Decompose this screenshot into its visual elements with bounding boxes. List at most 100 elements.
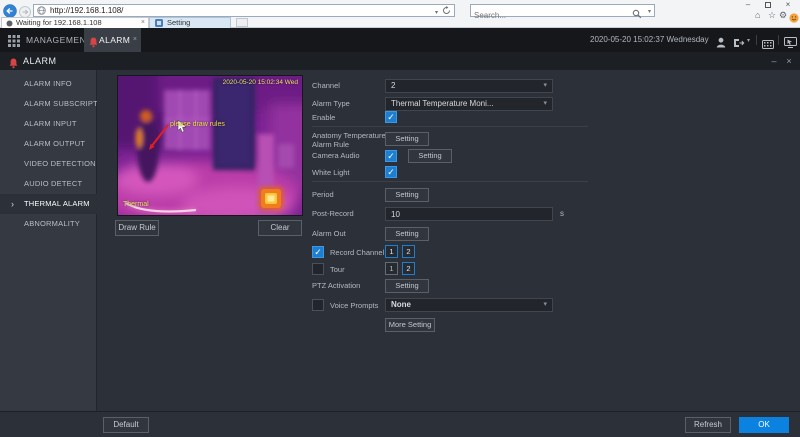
new-tab-button[interactable] [236, 18, 248, 27]
alarm-type-dropdown[interactable]: Thermal Temperature Moni... ▾ [385, 97, 553, 111]
search-icon[interactable] [632, 6, 642, 24]
address-bar[interactable]: http://192.168.1.108/ ▾ [33, 4, 455, 17]
anatomy-rule-label: Anatomy Temperature Alarm Rule [312, 131, 386, 149]
panel-title: ALARM [23, 56, 57, 66]
tour-2-button[interactable]: 2 [402, 262, 415, 275]
ptz-activation-label: PTZ Activation [312, 281, 361, 290]
channel-dropdown[interactable]: 2 ▾ [385, 79, 553, 93]
sidebar-item-abnormality[interactable]: ABNORMALITY [0, 214, 97, 234]
voice-prompts-dropdown[interactable]: None ▾ [385, 298, 553, 312]
alarm-out-label: Alarm Out [312, 229, 346, 238]
osd-stream-label: Thermal [123, 201, 149, 208]
draw-rule-button[interactable]: Draw Rule [115, 220, 159, 236]
record-channel-2-button[interactable]: 2 [402, 245, 415, 258]
refresh-icon[interactable] [442, 6, 451, 18]
tab-favicon [155, 19, 163, 28]
browser-chrome: – × http://192.168.1.108/ ▾ ▾ ⌂ [0, 0, 800, 28]
panel-header: ALARM – × [0, 52, 800, 70]
url-text: http://192.168.1.108/ [50, 6, 124, 15]
favorites-star-icon[interactable]: ☆ [768, 9, 776, 21]
divider [778, 35, 779, 45]
alarm-bell-icon [89, 35, 98, 53]
anatomy-rule-setting-button[interactable]: Setting [385, 132, 429, 146]
camera-audio-label: Camera Audio [312, 151, 360, 160]
white-light-checkbox[interactable]: ✓ [385, 166, 397, 178]
divider [756, 35, 757, 45]
channel-value: 2 [391, 81, 396, 90]
address-dropdown-icon[interactable]: ▾ [435, 8, 438, 19]
post-record-unit: s [560, 209, 564, 218]
chevron-down-icon: ▾ [543, 301, 547, 308]
tour-1-button[interactable]: 1 [385, 262, 398, 275]
enable-checkbox[interactable]: ✓ [385, 111, 397, 123]
sidebar-item-video-detection[interactable]: VIDEO DETECTION [0, 154, 97, 174]
ptz-setting-button[interactable]: Setting [385, 279, 429, 293]
hot-object [259, 187, 283, 210]
divider [312, 126, 588, 127]
refresh-button[interactable]: Refresh [685, 417, 731, 433]
clear-button[interactable]: Clear [258, 220, 302, 236]
tab-alarm[interactable]: ALARM × [84, 28, 141, 52]
period-label: Period [312, 190, 334, 199]
thermal-video-preview[interactable]: 2020-05-20 15:02:34 Wed please draw rule… [117, 75, 303, 216]
camera-audio-checkbox[interactable]: ✓ [385, 150, 397, 162]
osd-draw-hint: please draw rules [170, 121, 225, 128]
home-icon[interactable]: ⌂ [755, 9, 760, 21]
tools-gear-icon[interactable]: ⚙ [779, 9, 787, 21]
system-datetime: 2020-05-20 15:02:37 Wednesday [590, 35, 709, 44]
search-input[interactable] [471, 10, 621, 21]
tour-checkbox[interactable] [312, 263, 324, 275]
voice-prompts-value: None [391, 300, 411, 309]
sidebar-item-alarm-output[interactable]: ALARM OUTPUT [0, 134, 97, 154]
chevron-down-icon: ▾ [543, 100, 547, 107]
chevron-down-icon: ▾ [543, 82, 547, 89]
thermal-image [118, 76, 302, 215]
remote-monitor-icon[interactable] [784, 35, 797, 53]
sidebar-item-label: THERMAL ALARM [24, 199, 90, 208]
feedback-smiley-icon[interactable] [789, 10, 799, 28]
maximize-icon [765, 2, 771, 8]
osd-timestamp: 2020-05-20 15:02:34 Wed [222, 79, 298, 86]
user-icon[interactable] [716, 35, 726, 53]
tab-close-icon[interactable]: × [133, 28, 137, 52]
search-box: ▾ [470, 4, 655, 21]
sidebar-item-alarm-input[interactable]: ALARM INPUT [0, 114, 97, 134]
sidebar: ALARM INFO ALARM SUBSCRIPTI... ALARM INP… [0, 70, 97, 411]
browser-tab-setting[interactable]: Setting [149, 17, 231, 28]
alarm-out-setting-button[interactable]: Setting [385, 227, 429, 241]
alarm-type-label: Alarm Type [312, 99, 350, 108]
tab-title: Setting [167, 18, 191, 27]
browser-tab-waiting[interactable]: Waiting for 192.168.1.108 × [1, 17, 149, 28]
search-dropdown-icon[interactable]: ▾ [648, 8, 651, 15]
ok-button[interactable]: OK [739, 417, 789, 433]
panel-minimize-icon[interactable]: – [768, 52, 780, 70]
alarm-type-value: Thermal Temperature Moni... [391, 99, 494, 108]
tab-close-icon[interactable]: × [141, 18, 145, 28]
footer-bar: Default Refresh OK [0, 411, 800, 437]
main-content: 2020-05-20 15:02:34 Wed please draw rule… [97, 70, 800, 411]
period-setting-button[interactable]: Setting [385, 188, 429, 202]
sidebar-item-thermal-alarm[interactable]: › THERMAL ALARM [0, 194, 97, 214]
sidebar-item-alarm-subscription[interactable]: ALARM SUBSCRIPTI... [0, 94, 97, 114]
more-setting-button[interactable]: More Setting [385, 318, 435, 332]
logout-icon[interactable] [733, 35, 745, 53]
record-channel-1-button[interactable]: 1 [385, 245, 398, 258]
back-icon [3, 4, 17, 18]
divider [312, 181, 588, 182]
tab-title: Waiting for 192.168.1.108 [16, 18, 102, 27]
apps-grid-icon[interactable] [8, 34, 20, 52]
voice-prompts-checkbox[interactable] [312, 299, 324, 311]
default-button[interactable]: Default [103, 417, 149, 433]
record-channel-checkbox[interactable]: ✓ [312, 246, 324, 258]
tab-favicon [6, 20, 13, 28]
post-record-label: Post-Record [312, 209, 354, 218]
screen: – × http://192.168.1.108/ ▾ ▾ ⌂ [0, 0, 800, 437]
window-minimize-button[interactable]: – [741, 0, 755, 10]
panel-close-icon[interactable]: × [783, 52, 795, 70]
sidebar-item-audio-detect[interactable]: AUDIO DETECT [0, 174, 97, 194]
camera-audio-setting-button[interactable]: Setting [408, 149, 452, 163]
post-record-input[interactable] [385, 207, 553, 221]
tab-management[interactable]: MANAGEMENT [26, 28, 92, 52]
logout-dropdown-icon[interactable]: ▾ [747, 37, 750, 44]
sidebar-item-alarm-info[interactable]: ALARM INFO [0, 74, 97, 94]
